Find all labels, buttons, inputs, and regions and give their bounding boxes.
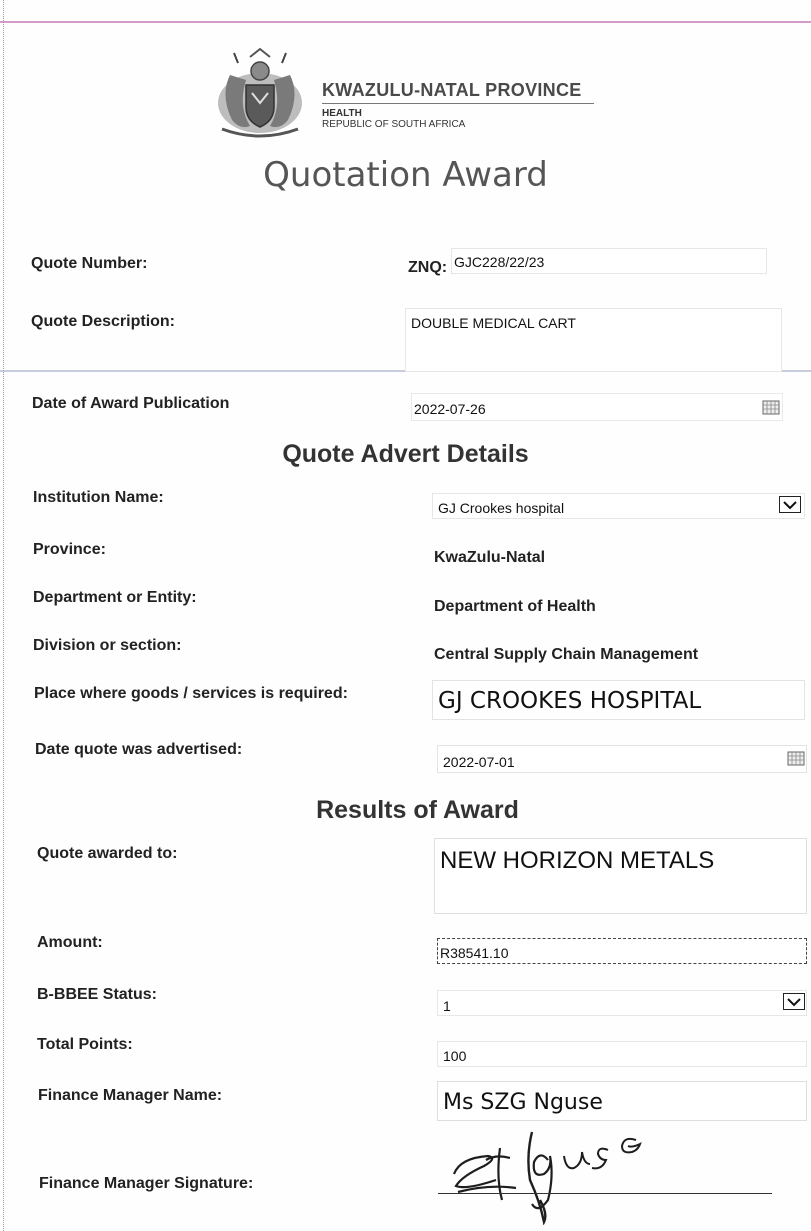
advertised-date-label: Date quote was advertised: (35, 741, 243, 758)
publication-date-field[interactable]: 2022-07-26 (411, 393, 783, 421)
division-label: Division or section: (33, 637, 182, 654)
calendar-icon[interactable] (787, 750, 805, 766)
finance-manager-label: Finance Manager Name: (38, 1087, 223, 1104)
publication-date-value: 2022-07-26 (414, 401, 486, 417)
province-value: KwaZulu-Natal (434, 549, 546, 566)
quote-number-value: GJC228/22/23 (454, 254, 545, 270)
advertised-date-field[interactable]: 2022-07-01 (437, 745, 807, 773)
awarded-to-label: Quote awarded to: (37, 845, 178, 862)
total-points-field[interactable]: 100 (437, 1041, 807, 1067)
institution-label: Institution Name: (33, 489, 164, 506)
province-label: Province: (33, 541, 106, 558)
awarded-to-field[interactable]: NEW HORIZON METALS (434, 838, 807, 914)
org-rule (322, 103, 594, 104)
division-value: Central Supply Chain Management (434, 646, 699, 663)
bbbee-label: B-BBEE Status: (37, 986, 158, 1003)
bbbee-select[interactable]: 1 (437, 990, 807, 1016)
publication-date-label: Date of Award Publication (32, 395, 230, 412)
org-name: KWAZULU-NATAL PROVINCE (322, 80, 582, 100)
coat-of-arms-icon (218, 47, 302, 138)
chevron-down-icon (783, 500, 797, 509)
place-value: GJ CROOKES HOSPITAL (438, 688, 702, 714)
department-label: Department or Entity: (33, 589, 197, 606)
advert-heading: Quote Advert Details (282, 440, 529, 468)
chevron-down-icon (787, 997, 801, 1006)
results-heading: Results of Award (316, 796, 519, 824)
total-points-value: 100 (443, 1048, 467, 1064)
institution-select[interactable]: GJ Crookes hospital (432, 493, 805, 519)
quote-number-label: Quote Number: (31, 255, 148, 272)
quote-description-field[interactable]: DOUBLE MEDICAL CART (405, 308, 782, 372)
top-rule (0, 21, 811, 23)
signature-line (438, 1193, 772, 1194)
organisation-block: KWAZULU-NATAL PROVINCE HEALTH REPUBLIC O… (322, 80, 594, 130)
total-points-label: Total Points: (37, 1036, 133, 1053)
bbbee-value: 1 (443, 998, 451, 1014)
document-page: KWAZULU-NATAL PROVINCE HEALTH REPUBLIC O… (0, 0, 811, 1231)
org-dept: HEALTH (322, 108, 362, 119)
amount-value: R38541.10 (440, 945, 509, 961)
bbbee-dropdown-button[interactable] (783, 993, 805, 1010)
quote-description-value: DOUBLE MEDICAL CART (411, 315, 576, 331)
calendar-icon[interactable] (762, 399, 780, 415)
handwritten-signature (452, 1131, 642, 1225)
advertised-date-value: 2022-07-01 (443, 754, 515, 770)
amount-label: Amount: (37, 934, 103, 951)
quote-number-prefix: ZNQ: (408, 259, 448, 276)
awarded-to-value: NEW HORIZON METALS (440, 847, 715, 874)
place-label: Place where goods / services is required… (34, 685, 348, 702)
page-title: Quotation Award (263, 155, 548, 195)
org-country: REPUBLIC OF SOUTH AFRICA (322, 119, 466, 130)
institution-value: GJ Crookes hospital (438, 500, 565, 516)
signature-label: Finance Manager Signature: (39, 1175, 254, 1192)
place-field[interactable]: GJ CROOKES HOSPITAL (432, 680, 805, 720)
department-value: Department of Health (434, 598, 596, 615)
quote-description-label: Quote Description: (31, 313, 176, 330)
quote-number-field[interactable]: GJC228/22/23 (451, 248, 767, 274)
amount-field[interactable]: R38541.10 (437, 938, 807, 964)
institution-dropdown-button[interactable] (779, 496, 801, 513)
